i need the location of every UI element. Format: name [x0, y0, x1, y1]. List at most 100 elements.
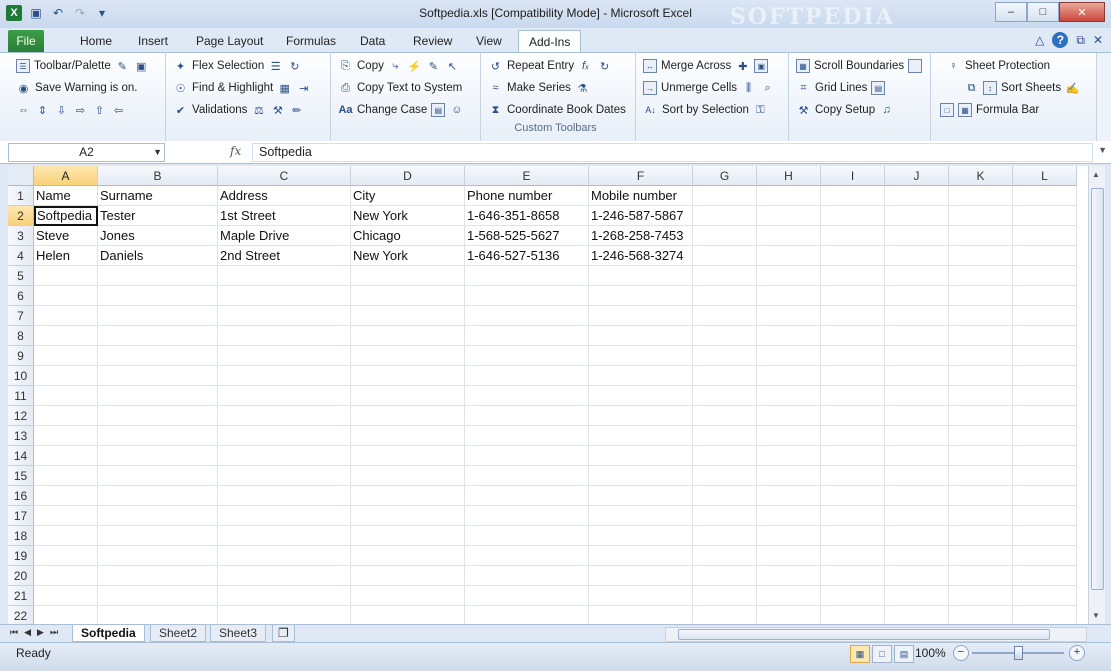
column-header-e[interactable]: E [465, 166, 589, 186]
column-header-b[interactable]: B [98, 166, 218, 186]
row-header-22[interactable]: 22 [8, 606, 34, 624]
insert-sheet-icon[interactable]: ❐ [272, 625, 295, 642]
vertical-scroll-thumb[interactable] [1091, 188, 1104, 590]
cell-d16[interactable] [351, 486, 465, 506]
cell-b10[interactable] [98, 366, 218, 386]
cell-j3[interactable] [885, 226, 949, 246]
cell-i9[interactable] [821, 346, 885, 366]
cell-h22[interactable] [757, 606, 821, 624]
cell-a14[interactable] [34, 446, 98, 466]
cell-i18[interactable] [821, 526, 885, 546]
cell-a19[interactable] [34, 546, 98, 566]
formula-bar-button[interactable]: □ ▦ Formula Bar [940, 101, 1039, 119]
cell-d11[interactable] [351, 386, 465, 406]
row-header-15[interactable]: 15 [8, 466, 34, 486]
cell-c6[interactable] [218, 286, 351, 306]
cell-k10[interactable] [949, 366, 1013, 386]
cell-l3[interactable] [1013, 226, 1077, 246]
cell-a8[interactable] [34, 326, 98, 346]
cell-g9[interactable] [693, 346, 757, 366]
cell-c17[interactable] [218, 506, 351, 526]
copy-text-to-system-button[interactable]: ⎙ Copy Text to System [338, 79, 462, 97]
cell-i15[interactable] [821, 466, 885, 486]
cell-e10[interactable] [465, 366, 589, 386]
cell-h15[interactable] [757, 466, 821, 486]
cell-c12[interactable] [218, 406, 351, 426]
cell-a22[interactable] [34, 606, 98, 624]
arrow-up-icon[interactable]: ⇧ [92, 103, 107, 118]
cell-l13[interactable] [1013, 426, 1077, 446]
cell-f20[interactable] [589, 566, 693, 586]
cell-f9[interactable] [589, 346, 693, 366]
cell-k9[interactable] [949, 346, 1013, 366]
zoom-slider-handle[interactable] [1014, 646, 1023, 660]
cell-d5[interactable] [351, 266, 465, 286]
arrow-left-icon[interactable]: ⇦ [111, 103, 126, 118]
cell-b1[interactable]: Surname [98, 186, 218, 206]
cell-d2[interactable]: New York [351, 206, 465, 226]
grid-lines-button[interactable]: ⌗ Grid Lines ▤ [796, 79, 886, 97]
tab-add-ins[interactable]: Add-Ins [518, 30, 582, 53]
cell-h3[interactable] [757, 226, 821, 246]
cell-c1[interactable]: Address [218, 186, 351, 206]
scroll-boundaries-button[interactable]: ▦ Scroll Boundaries [796, 57, 923, 75]
copy-setup-button[interactable]: ⚒ Copy Setup ♫ [796, 101, 894, 119]
cell-e13[interactable] [465, 426, 589, 446]
cell-g18[interactable] [693, 526, 757, 546]
last-sheet-icon[interactable]: ⏭ [50, 627, 58, 638]
horizontal-scroll-thumb[interactable] [678, 629, 1050, 640]
cell-e19[interactable] [465, 546, 589, 566]
cell-d22[interactable] [351, 606, 465, 624]
cell-h2[interactable] [757, 206, 821, 226]
cell-b6[interactable] [98, 286, 218, 306]
cell-b16[interactable] [98, 486, 218, 506]
cell-a21[interactable] [34, 586, 98, 606]
cell-k18[interactable] [949, 526, 1013, 546]
cell-i11[interactable] [821, 386, 885, 406]
maximize-button[interactable]: □ [1027, 2, 1059, 22]
cell-f3[interactable]: 1-268-258-7453 [589, 226, 693, 246]
cell-k20[interactable] [949, 566, 1013, 586]
cell-g14[interactable] [693, 446, 757, 466]
first-sheet-icon[interactable]: ⏮ [10, 627, 18, 638]
cell-b21[interactable] [98, 586, 218, 606]
cell-c4[interactable]: 2nd Street [218, 246, 351, 266]
cell-l10[interactable] [1013, 366, 1077, 386]
cell-l18[interactable] [1013, 526, 1077, 546]
cell-b13[interactable] [98, 426, 218, 446]
cell-d13[interactable] [351, 426, 465, 446]
cell-g7[interactable] [693, 306, 757, 326]
cell-d1[interactable]: City [351, 186, 465, 206]
cell-j10[interactable] [885, 366, 949, 386]
row-header-21[interactable]: 21 [8, 586, 34, 606]
cell-c7[interactable] [218, 306, 351, 326]
cell-l19[interactable] [1013, 546, 1077, 566]
cell-e3[interactable]: 1-568-525-5627 [465, 226, 589, 246]
column-header-f[interactable]: F [589, 166, 693, 186]
cell-e14[interactable] [465, 446, 589, 466]
make-series-button[interactable]: ≈ Make Series ⚗ [488, 79, 590, 97]
cell-j22[interactable] [885, 606, 949, 624]
cell-b9[interactable] [98, 346, 218, 366]
cell-d19[interactable] [351, 546, 465, 566]
cell-f10[interactable] [589, 366, 693, 386]
cell-k1[interactable] [949, 186, 1013, 206]
cell-i3[interactable] [821, 226, 885, 246]
insert-function-icon[interactable]: fx [230, 144, 241, 158]
sort-by-selection-button[interactable]: A↓ Sort by Selection ⚿ [643, 101, 768, 119]
cell-d17[interactable] [351, 506, 465, 526]
cell-e8[interactable] [465, 326, 589, 346]
validations-button[interactable]: ✔ Validations ⚖ ⚒ ✏ [173, 101, 304, 119]
cell-a5[interactable] [34, 266, 98, 286]
tab-insert[interactable]: Insert [128, 30, 178, 52]
cell-g15[interactable] [693, 466, 757, 486]
cell-j21[interactable] [885, 586, 949, 606]
cell-g12[interactable] [693, 406, 757, 426]
cell-l6[interactable] [1013, 286, 1077, 306]
cell-h5[interactable] [757, 266, 821, 286]
cell-c18[interactable] [218, 526, 351, 546]
cell-e5[interactable] [465, 266, 589, 286]
cell-f14[interactable] [589, 446, 693, 466]
cell-b11[interactable] [98, 386, 218, 406]
cell-b20[interactable] [98, 566, 218, 586]
